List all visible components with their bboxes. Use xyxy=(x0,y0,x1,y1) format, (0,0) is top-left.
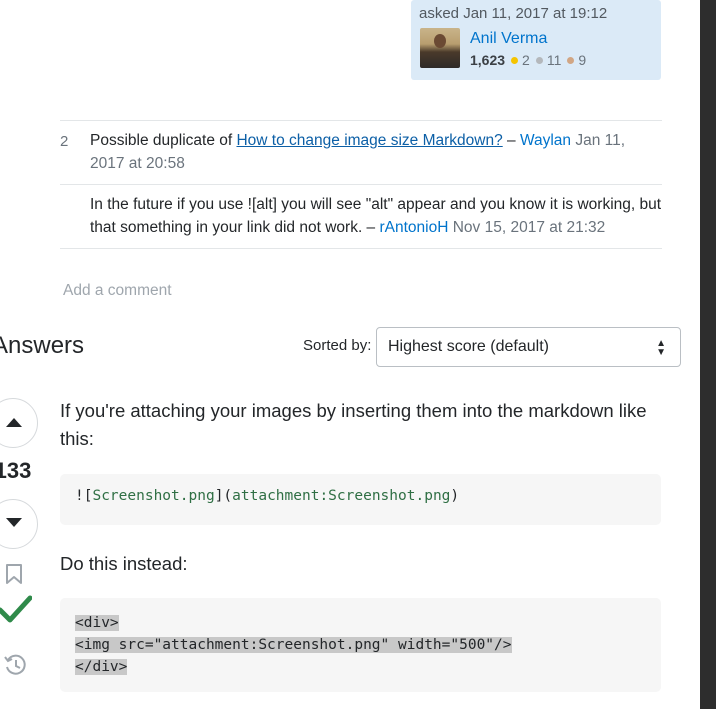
bookmark-icon[interactable] xyxy=(5,563,23,585)
answer-instead-text: Do this instead: xyxy=(60,553,188,574)
avatar[interactable] xyxy=(420,28,460,68)
sorted-by-label: Sorted by: xyxy=(303,337,372,354)
comment-separator: – xyxy=(362,219,380,236)
reputation-line: 1,623 2 11 9 xyxy=(470,52,586,68)
comment-date[interactable]: Nov 15, 2017 at 21:32 xyxy=(453,219,606,236)
comment-text: Possible duplicate of xyxy=(90,132,237,149)
sort-select-value: Highest score (default) xyxy=(388,338,549,355)
sort-arrows-icon: ▲ ▼ xyxy=(656,338,666,358)
duplicate-link[interactable]: How to change image size Markdown? xyxy=(236,132,502,149)
vote-down-icon xyxy=(6,518,22,527)
reputation-score: 1,623 xyxy=(470,52,506,68)
answers-heading: Answers xyxy=(0,332,85,359)
code-line: <div> xyxy=(75,615,119,631)
vote-count: 133 xyxy=(0,458,32,483)
code-block-markdown: ![Screenshot.png](attachment:Screenshot.… xyxy=(60,474,661,525)
comment-author[interactable]: Waylan xyxy=(520,132,571,149)
code-token: ]( xyxy=(214,488,233,504)
asked-line: asked Jan 11, 2017 at 19:12 xyxy=(419,5,653,22)
code-token: attachment:Screenshot.png xyxy=(232,488,451,504)
comment-author[interactable]: rAntonioH xyxy=(379,219,448,236)
vote-up-button[interactable] xyxy=(0,398,38,448)
bronze-badge-count: 9 xyxy=(578,52,587,68)
accepted-check-icon xyxy=(0,595,32,623)
code-token: Screenshot.png xyxy=(92,488,215,504)
answer-intro-text: If you're attaching your images by inser… xyxy=(60,400,647,449)
code-block-html: <div> <img src="attachment:Screenshot.pn… xyxy=(60,598,661,692)
vote-down-button[interactable] xyxy=(0,499,38,549)
asked-time[interactable]: Jan 11, 2017 at 19:12 xyxy=(463,5,607,22)
code-line: <img src="attachment:Screenshot.png" wid… xyxy=(75,637,512,653)
code-token: ![ xyxy=(75,488,93,504)
user-name-link[interactable]: Anil Verma xyxy=(470,30,547,48)
comment-score: 2 xyxy=(60,133,69,150)
add-comment-link[interactable]: Add a comment xyxy=(63,282,172,300)
silver-badge-count: 11 xyxy=(546,52,562,68)
vote-up-icon xyxy=(6,418,22,427)
window-edge xyxy=(700,0,716,709)
comment-separator: – xyxy=(502,132,520,149)
history-icon[interactable] xyxy=(3,653,27,677)
comment-item: 2 Possible duplicate of How to change im… xyxy=(60,121,662,185)
comments-list: 2 Possible duplicate of How to change im… xyxy=(60,120,662,249)
code-line: </div> xyxy=(75,659,128,675)
code-token: ) xyxy=(450,488,460,504)
question-owner-card: asked Jan 11, 2017 at 19:12 Anil Verma 1… xyxy=(411,0,661,80)
asked-label: asked xyxy=(419,5,460,22)
comment-item: In the future if you use ![alt] you will… xyxy=(60,185,662,249)
bronze-badge-icon xyxy=(567,57,575,65)
gold-badge-icon xyxy=(511,57,519,65)
gold-badge-count: 2 xyxy=(522,52,530,68)
silver-badge-icon xyxy=(535,57,543,65)
sort-select[interactable]: Highest score (default) ▲ ▼ xyxy=(376,327,681,367)
